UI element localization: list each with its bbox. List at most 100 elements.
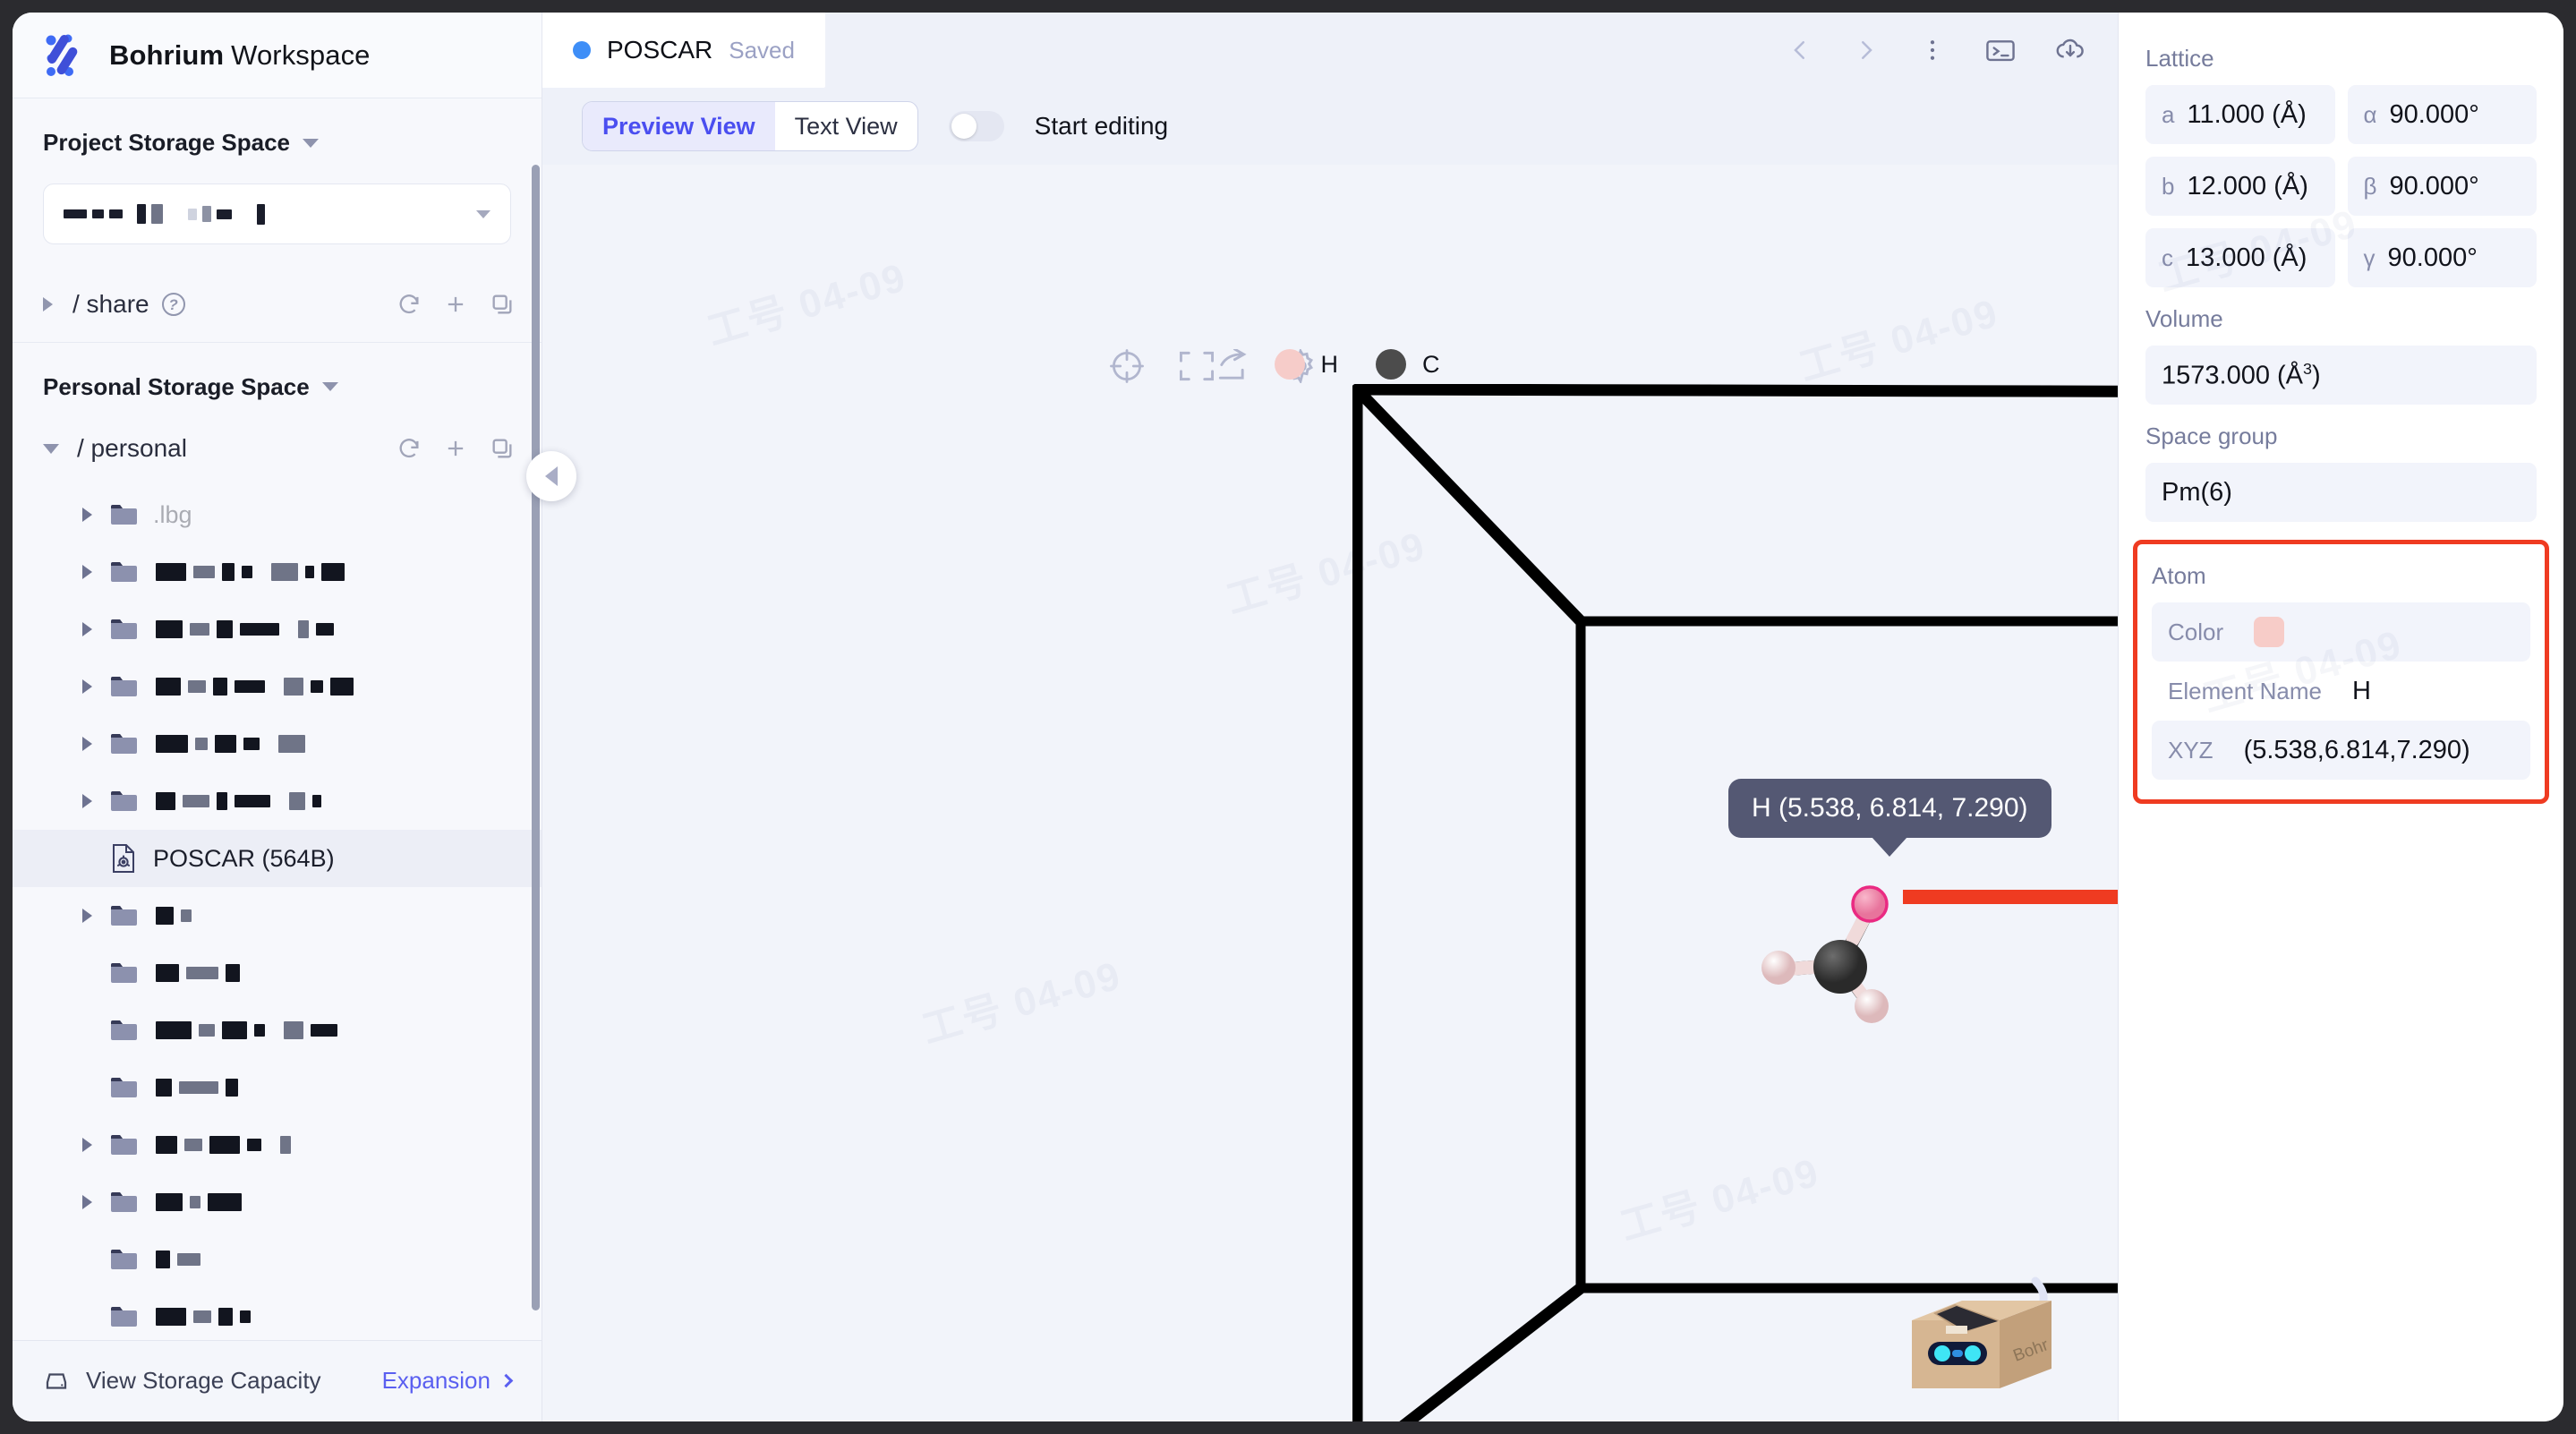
lattice-row-b: b 12.000 (Å) β 90.000° [2145,157,2537,216]
personal-row-actions [397,436,515,461]
sidebar-item-share[interactable]: / share ? [13,266,542,343]
atom-color-row[interactable]: Color [2152,602,2530,662]
project-storage-header[interactable]: Project Storage Space [13,129,542,157]
sidebar-scrollbar[interactable] [532,165,540,1310]
lattice-field-a[interactable]: a 11.000 (Å) [2145,85,2335,144]
tab-text-view[interactable]: Text View [775,102,917,150]
triangle-down-icon[interactable] [43,443,59,454]
lattice-field-beta[interactable]: β 90.000° [2347,157,2537,216]
volume-field[interactable]: 1573.000 (Å3) [2145,346,2537,405]
main-area: POSCAR Saved Preview View Text View Star… [542,13,2118,1421]
tree-item[interactable] [13,944,542,1002]
folder-icon [111,1192,137,1213]
lattice-label: Lattice [2145,45,2214,72]
plus-icon[interactable] [443,292,468,317]
space-group-field[interactable]: Pm(6) [2145,463,2537,522]
empty-state-box-icon: Bohr [1912,1276,2051,1388]
brand-title: Bohrium Workspace [109,39,371,72]
structure-viewer[interactable]: 工号 04-09 工号 04-09 工号 04-09 工号 04-09 工号 0… [542,165,2118,1421]
lattice-field-b[interactable]: b 12.000 (Å) [2145,157,2335,216]
terminal-icon[interactable] [1985,37,2016,64]
project-select[interactable] [43,184,511,245]
expansion-link[interactable]: Expansion [381,1367,514,1395]
lattice-key-c: c [2162,243,2173,271]
chevron-right-icon [499,1374,514,1388]
triangle-right-icon[interactable] [43,296,53,312]
tree-item[interactable] [13,715,542,772]
expansion-label: Expansion [381,1367,490,1395]
tree-item[interactable] [13,772,542,830]
volume-label: Volume [2145,305,2223,332]
folder-icon [111,1135,137,1156]
tree-item-poscar[interactable]: POSCAR (564B) [13,830,542,888]
view-toolbar: Preview View Text View Start editing [542,88,2118,165]
molecule-render[interactable] [1742,872,1921,1024]
atom-h[interactable] [1761,951,1796,985]
personal-label: / personal [77,434,187,463]
cloud-download-icon[interactable] [2055,36,2086,64]
more-vertical-icon[interactable] [1919,37,1946,64]
tab-preview-view[interactable]: Preview View [583,102,775,150]
plus-icon[interactable] [443,436,468,461]
lattice-key-a: a [2162,100,2175,128]
folder-icon [111,1307,137,1327]
triangle-right-icon[interactable] [82,565,92,580]
view-storage-capacity-label[interactable]: View Storage Capacity [86,1367,321,1395]
tree-item-name-redacted [153,1021,337,1040]
tree-item[interactable] [13,1116,542,1174]
tree-item[interactable] [13,543,542,601]
atom-h-selected[interactable] [1851,885,1889,923]
question-circle-icon[interactable]: ? [161,292,185,316]
tab-bar-tools [1787,13,2118,88]
lattice-field-alpha[interactable]: α 90.000° [2347,85,2537,144]
tree-item-name-redacted [153,620,334,639]
triangle-right-icon[interactable] [82,909,92,924]
triangle-right-icon[interactable] [82,508,92,523]
lattice-field-gamma[interactable]: γ 90.000° [2347,228,2537,287]
triangle-right-icon[interactable] [82,679,92,695]
atom-c[interactable] [1813,940,1867,994]
chevron-left-icon[interactable] [1787,37,1813,64]
tree-item-name-redacted [153,678,354,696]
start-editing-toggle[interactable] [948,111,1004,141]
atom-element-label: Element Name [2168,677,2322,704]
triangle-right-icon[interactable] [82,794,92,809]
legend-label-h: H [1320,350,1339,378]
tree-item[interactable] [13,658,542,715]
lattice-value-beta: 90.000° [2389,171,2479,201]
tree-item[interactable] [13,1288,542,1339]
tree-item[interactable] [13,601,542,658]
brand-suffix: Workspace [231,38,371,71]
copy-icon[interactable] [490,292,515,317]
axis-gizmo[interactable] [1140,1418,1239,1421]
element-legend: H C [542,349,2118,380]
triangle-right-icon[interactable] [82,622,92,637]
triangle-right-icon[interactable] [82,1138,92,1153]
atom-h[interactable] [1855,989,1889,1023]
brand-name: Bohrium [109,38,225,71]
tree-item[interactable] [13,1174,542,1231]
tree-item[interactable] [13,1231,542,1288]
refresh-icon[interactable] [397,436,422,461]
tab-poscar[interactable]: POSCAR Saved [542,13,825,88]
atom-xyz-row[interactable]: XYZ (5.538,6.814,7.290) [2152,721,2530,780]
atom-color-swatch[interactable] [2254,617,2285,647]
atom-xyz-label: XYZ [2168,736,2213,764]
tree-item[interactable] [13,887,542,944]
copy-icon[interactable] [490,436,515,461]
lattice-key-b: b [2162,172,2175,200]
tree-item[interactable] [13,1059,542,1116]
atom-tooltip: H (5.538, 6.814, 7.290) [1728,779,2051,838]
lattice-field-c[interactable]: c 13.000 (Å) [2145,228,2335,287]
tree-item[interactable]: .lbg [13,486,542,543]
sidebar: BohriumWorkspace Project Storage Space [13,13,542,1421]
sidebar-collapse-button[interactable] [526,451,576,501]
sidebar-item-personal[interactable]: / personal [13,414,542,484]
personal-storage-header[interactable]: Personal Storage Space [13,373,542,401]
chevron-right-icon[interactable] [1853,37,1880,64]
tree-item[interactable] [13,1002,542,1059]
triangle-right-icon[interactable] [82,737,92,752]
volume-section: Volume 1573.000 (Å3) [2145,305,2537,405]
refresh-icon[interactable] [397,292,422,317]
triangle-right-icon[interactable] [82,1195,92,1210]
